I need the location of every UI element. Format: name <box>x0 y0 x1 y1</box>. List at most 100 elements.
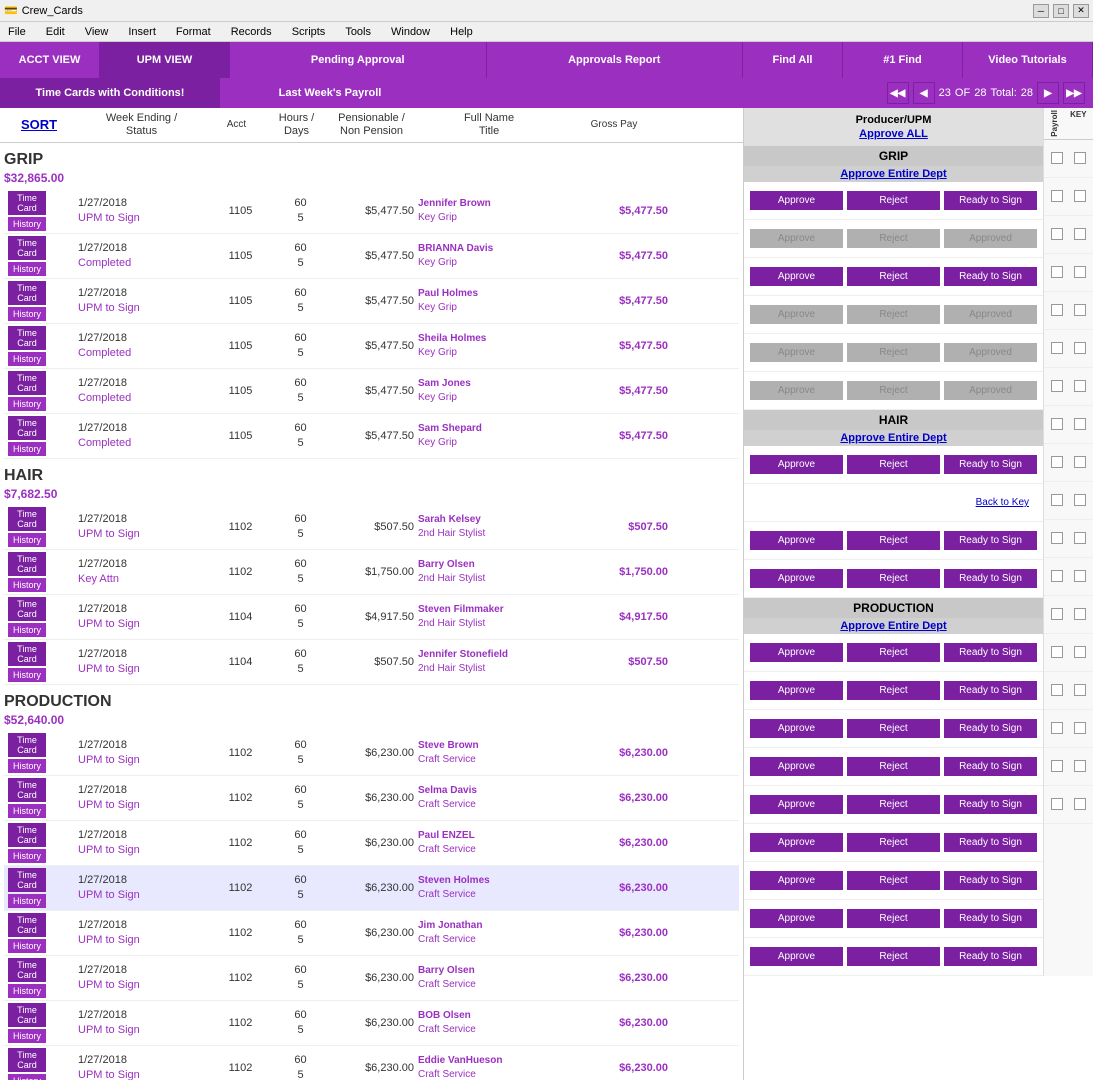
history-button[interactable]: History <box>8 217 46 231</box>
time-card-button[interactable]: Time Card <box>8 778 46 802</box>
time-card-button[interactable]: Time Card <box>8 507 46 531</box>
approve-button[interactable]: Approve <box>750 757 843 776</box>
menu-tools[interactable]: Tools <box>341 25 375 39</box>
history-button[interactable]: History <box>8 442 46 456</box>
time-card-button[interactable]: Time Card <box>8 191 46 215</box>
ready-to-sign-button[interactable]: Ready to Sign <box>944 909 1037 928</box>
find1-button[interactable]: #1 Find <box>843 42 963 78</box>
approve-button[interactable]: Approve <box>750 191 843 210</box>
time-card-button[interactable]: Time Card <box>8 552 46 576</box>
ready-to-sign-button[interactable]: Ready to Sign <box>944 681 1037 700</box>
reject-button[interactable]: Reject <box>847 833 940 852</box>
first-page-button[interactable]: ◀◀ <box>887 82 909 104</box>
menu-format[interactable]: Format <box>172 25 215 39</box>
reject-button[interactable]: Reject <box>847 681 940 700</box>
ready-to-sign-button[interactable]: Ready to Sign <box>944 947 1037 966</box>
approve-button[interactable]: Approve <box>750 909 843 928</box>
history-button[interactable]: History <box>8 352 46 366</box>
ready-to-sign-button[interactable]: Ready to Sign <box>944 833 1037 852</box>
reject-button[interactable]: Reject <box>847 871 940 890</box>
approve-button[interactable]: Approve <box>750 455 843 474</box>
approve-button[interactable]: Approve <box>750 531 843 550</box>
history-button[interactable]: History <box>8 668 46 682</box>
upm-view-button[interactable]: UPM VIEW <box>100 42 230 78</box>
history-button[interactable]: History <box>8 1029 46 1043</box>
ready-to-sign-button[interactable]: Ready to Sign <box>944 795 1037 814</box>
time-card-button[interactable]: Time Card <box>8 913 46 937</box>
history-button[interactable]: History <box>8 578 46 592</box>
pending-approval-button[interactable]: Pending Approval <box>230 42 487 78</box>
history-button[interactable]: History <box>8 759 46 773</box>
hair-approve-dept-link[interactable]: Approve Entire Dept <box>744 430 1043 446</box>
ready-to-sign-button[interactable]: Ready to Sign <box>944 643 1037 662</box>
menu-window[interactable]: Window <box>387 25 434 39</box>
ready-to-sign-button[interactable]: Ready to Sign <box>944 871 1037 890</box>
approve-button[interactable]: Approve <box>750 719 843 738</box>
menu-records[interactable]: Records <box>227 25 276 39</box>
approve-button[interactable]: Approve <box>750 267 843 286</box>
time-card-button[interactable]: Time Card <box>8 326 46 350</box>
time-card-button[interactable]: Time Card <box>8 733 46 757</box>
back-to-key-link[interactable]: Back to Key <box>750 493 1037 512</box>
ready-to-sign-button[interactable]: Ready to Sign <box>944 757 1037 776</box>
time-card-button[interactable]: Time Card <box>8 1003 46 1027</box>
ready-to-sign-button[interactable]: Ready to Sign <box>944 569 1037 588</box>
menu-view[interactable]: View <box>81 25 113 39</box>
next-page-button[interactable]: ▶ <box>1037 82 1059 104</box>
sort-button[interactable]: SORT <box>4 117 74 133</box>
time-card-button[interactable]: Time Card <box>8 236 46 260</box>
history-button[interactable]: History <box>8 849 46 863</box>
reject-button[interactable]: Reject <box>847 719 940 738</box>
time-card-button[interactable]: Time Card <box>8 597 46 621</box>
approvals-report-button[interactable]: Approvals Report <box>487 42 744 78</box>
approve-button[interactable]: Approve <box>750 681 843 700</box>
maximize-button[interactable]: □ <box>1053 4 1069 18</box>
ready-to-sign-button[interactable]: Ready to Sign <box>944 267 1037 286</box>
video-tutorials-button[interactable]: Video Tutorials <box>963 42 1093 78</box>
approve-button[interactable]: Approve <box>750 643 843 662</box>
time-card-button[interactable]: Time Card <box>8 1048 46 1072</box>
menu-file[interactable]: File <box>4 25 30 39</box>
time-card-button[interactable]: Time Card <box>8 823 46 847</box>
menu-help[interactable]: Help <box>446 25 477 39</box>
reject-button[interactable]: Reject <box>847 455 940 474</box>
approve-button[interactable]: Approve <box>750 833 843 852</box>
production-approve-dept-link[interactable]: Approve Entire Dept <box>744 618 1043 634</box>
history-button[interactable]: History <box>8 262 46 276</box>
time-card-button[interactable]: Time Card <box>8 371 46 395</box>
history-button[interactable]: History <box>8 397 46 411</box>
time-card-button[interactable]: Time Card <box>8 416 46 440</box>
history-button[interactable]: History <box>8 984 46 998</box>
last-weeks-payroll-button[interactable]: Last Week's Payroll <box>220 78 440 108</box>
reject-button[interactable]: Reject <box>847 947 940 966</box>
time-card-button[interactable]: Time Card <box>8 868 46 892</box>
grip-approve-dept-link[interactable]: Approve Entire Dept <box>744 166 1043 182</box>
approve-button[interactable]: Approve <box>750 871 843 890</box>
reject-button[interactable]: Reject <box>847 531 940 550</box>
history-button[interactable]: History <box>8 939 46 953</box>
menu-edit[interactable]: Edit <box>42 25 69 39</box>
approve-button[interactable]: Approve <box>750 947 843 966</box>
time-card-button[interactable]: Time Card <box>8 642 46 666</box>
minimize-button[interactable]: ─ <box>1033 4 1049 18</box>
acct-view-button[interactable]: ACCT VIEW <box>0 42 100 78</box>
time-card-button[interactable]: Time Card <box>8 958 46 982</box>
menu-insert[interactable]: Insert <box>124 25 160 39</box>
menu-scripts[interactable]: Scripts <box>288 25 330 39</box>
reject-button[interactable]: Reject <box>847 757 940 776</box>
history-button[interactable]: History <box>8 307 46 321</box>
history-button[interactable]: History <box>8 1074 46 1080</box>
ready-to-sign-button[interactable]: Ready to Sign <box>944 191 1037 210</box>
last-page-button[interactable]: ▶▶ <box>1063 82 1085 104</box>
approve-all-link[interactable]: Approve ALL <box>859 128 928 140</box>
ready-to-sign-button[interactable]: Ready to Sign <box>944 719 1037 738</box>
reject-button[interactable]: Reject <box>847 569 940 588</box>
history-button[interactable]: History <box>8 894 46 908</box>
approve-button[interactable]: Approve <box>750 795 843 814</box>
history-button[interactable]: History <box>8 533 46 547</box>
reject-button[interactable]: Reject <box>847 909 940 928</box>
reject-button[interactable]: Reject <box>847 643 940 662</box>
find-all-button[interactable]: Find All <box>743 42 843 78</box>
reject-button[interactable]: Reject <box>847 267 940 286</box>
history-button[interactable]: History <box>8 804 46 818</box>
